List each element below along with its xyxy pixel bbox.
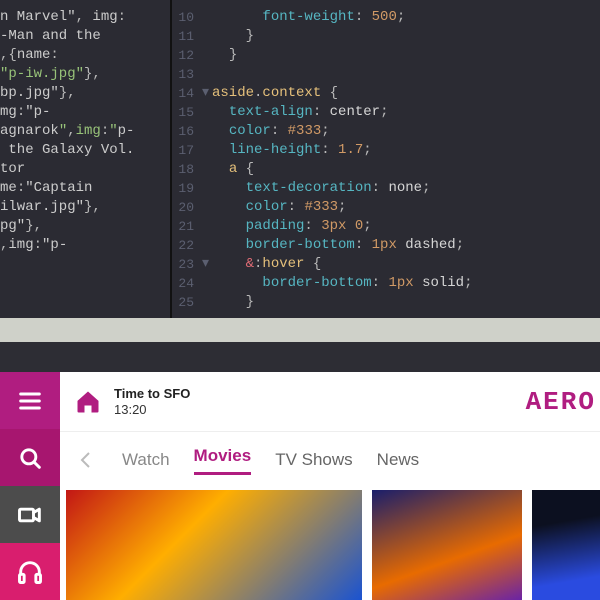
separator-dark <box>0 342 600 372</box>
app-sidebar <box>0 372 60 600</box>
poster-row[interactable] <box>60 488 600 600</box>
destination-block: Time to SFO 13:20 <box>114 386 190 417</box>
poster-3[interactable] <box>532 490 600 600</box>
aero-app: Time to SFO 13:20 AERO Watch Movies TV S… <box>0 372 600 600</box>
app-topbar: Time to SFO 13:20 AERO <box>60 372 600 432</box>
tab-news[interactable]: News <box>377 450 420 470</box>
menu-icon[interactable] <box>0 372 60 429</box>
headphones-icon[interactable] <box>0 543 60 600</box>
destination-time: 13:20 <box>114 402 190 418</box>
app-tabbar: Watch Movies TV Shows News <box>60 432 600 488</box>
tab-movies[interactable]: Movies <box>194 446 252 475</box>
destination-label: Time to SFO <box>114 386 190 402</box>
breadcrumb[interactable]: Watch <box>122 450 170 470</box>
editor-left-pane[interactable]: n Marvel", img:-Man and the,{name:"p-iw.… <box>0 0 172 318</box>
separator-light <box>0 318 600 342</box>
app-content: Time to SFO 13:20 AERO Watch Movies TV S… <box>60 372 600 600</box>
chevron-left-icon[interactable] <box>74 448 98 472</box>
video-icon[interactable] <box>0 486 60 543</box>
tab-tvshows[interactable]: TV Shows <box>275 450 352 470</box>
editor-right-pane[interactable]: 10 font-weight: 500;11 }12 }13 14▾aside.… <box>172 0 600 318</box>
poster-1[interactable] <box>66 490 362 600</box>
code-editor-split: n Marvel", img:-Man and the,{name:"p-iw.… <box>0 0 600 318</box>
poster-2[interactable] <box>372 490 522 600</box>
brand-logo: AERO <box>526 387 596 417</box>
home-icon[interactable] <box>74 388 102 416</box>
search-icon[interactable] <box>0 429 60 486</box>
